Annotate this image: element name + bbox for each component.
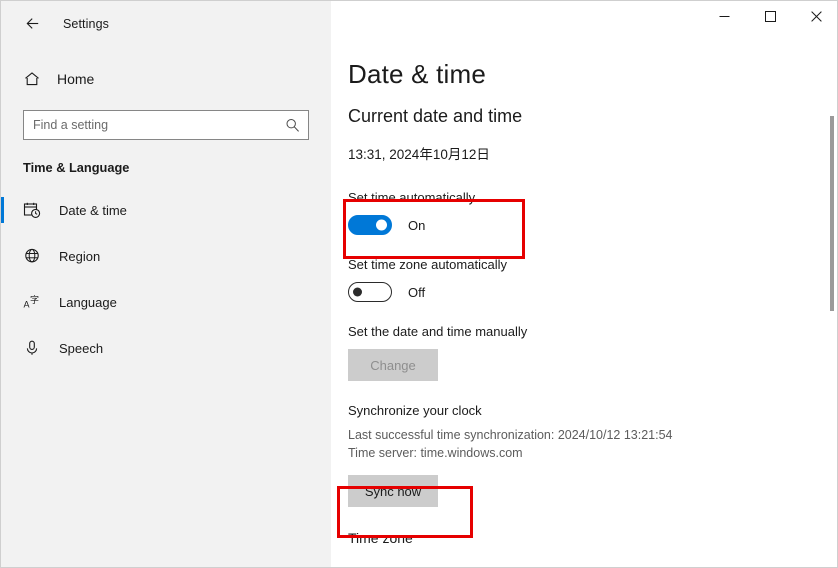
close-button[interactable] — [793, 1, 838, 32]
scrollbar-thumb[interactable] — [830, 116, 834, 311]
globe-icon — [23, 247, 49, 265]
set-time-automatically-row: On — [331, 215, 838, 235]
app-title: Settings — [63, 17, 109, 31]
sidebar-category-title: Time & Language — [1, 140, 331, 175]
change-button-wrap: Change — [331, 349, 838, 381]
window-controls — [331, 1, 838, 46]
sidebar-item-region[interactable]: Region — [1, 233, 331, 279]
svg-text:字: 字 — [30, 294, 39, 306]
search-input[interactable] — [24, 112, 269, 138]
content-panel: Date & time Current date and time 13:31,… — [331, 46, 838, 568]
maximize-button[interactable] — [747, 1, 793, 32]
search-icon[interactable] — [285, 118, 300, 133]
change-button[interactable]: Change — [348, 349, 438, 381]
content-scrollbar[interactable] — [825, 46, 838, 568]
set-timezone-automatically-group: Set time zone automatically Off — [331, 257, 838, 302]
manual-date-time-label: Set the date and time manually — [331, 324, 838, 339]
home-icon — [23, 70, 49, 88]
svg-text:A: A — [24, 300, 30, 310]
search-box[interactable] — [23, 110, 309, 140]
sidebar-item-home[interactable]: Home — [1, 62, 331, 96]
page-title: Date & time — [331, 46, 838, 90]
sidebar-home-label: Home — [57, 71, 94, 87]
set-time-automatically-state: On — [408, 218, 425, 233]
manual-date-time-group: Set the date and time manually Change — [331, 324, 838, 381]
calendar-clock-icon — [23, 201, 49, 219]
set-time-automatically-group: Set time automatically On — [331, 190, 838, 235]
sidebar-item-language[interactable]: A 字 Language — [1, 279, 331, 325]
sidebar: Home Time & Language — [1, 46, 331, 568]
back-button[interactable] — [11, 8, 53, 40]
time-server-text: Time server: time.windows.com — [331, 444, 838, 462]
selection-indicator — [1, 335, 4, 361]
last-sync-text: Last successful time synchronization: 20… — [331, 426, 838, 444]
settings-window: Settings — [0, 0, 838, 568]
sidebar-item-speech[interactable]: Speech — [1, 325, 331, 371]
sidebar-nav-list: Date & time Region A — [1, 187, 331, 371]
selection-indicator — [1, 289, 4, 315]
synchronize-clock-heading: Synchronize your clock — [331, 403, 838, 418]
search-container — [1, 96, 331, 140]
sidebar-item-label: Region — [59, 249, 100, 264]
language-icon: A 字 — [23, 293, 49, 311]
toggle-knob — [353, 288, 362, 297]
synchronize-clock-group: Synchronize your clock Last successful t… — [331, 403, 838, 507]
set-time-automatically-toggle[interactable] — [348, 215, 392, 235]
sidebar-item-label: Date & time — [59, 203, 127, 218]
set-timezone-automatically-label: Set time zone automatically — [331, 257, 838, 272]
title-bar: Settings — [1, 1, 838, 46]
set-time-automatically-label: Set time automatically — [331, 190, 838, 205]
toggle-knob — [376, 220, 387, 231]
current-datetime-value: 13:31, 2024年10月12日 — [331, 127, 838, 163]
sync-now-button[interactable]: Sync now — [348, 475, 438, 507]
set-timezone-automatically-state: Off — [408, 285, 425, 300]
sidebar-item-label: Language — [59, 295, 117, 310]
set-timezone-automatically-toggle[interactable] — [348, 282, 392, 302]
set-timezone-automatically-row: Off — [331, 282, 838, 302]
sidebar-item-date-time[interactable]: Date & time — [1, 187, 331, 233]
title-bar-left: Settings — [1, 1, 331, 46]
current-date-time-heading: Current date and time — [331, 90, 838, 127]
selection-indicator — [1, 197, 4, 223]
timezone-heading: Time zone — [331, 530, 838, 546]
sync-now-button-wrap: Sync now — [331, 475, 838, 507]
minimize-button[interactable] — [701, 1, 747, 32]
selection-indicator — [1, 243, 4, 269]
microphone-icon — [23, 339, 49, 357]
sidebar-item-label: Speech — [59, 341, 103, 356]
